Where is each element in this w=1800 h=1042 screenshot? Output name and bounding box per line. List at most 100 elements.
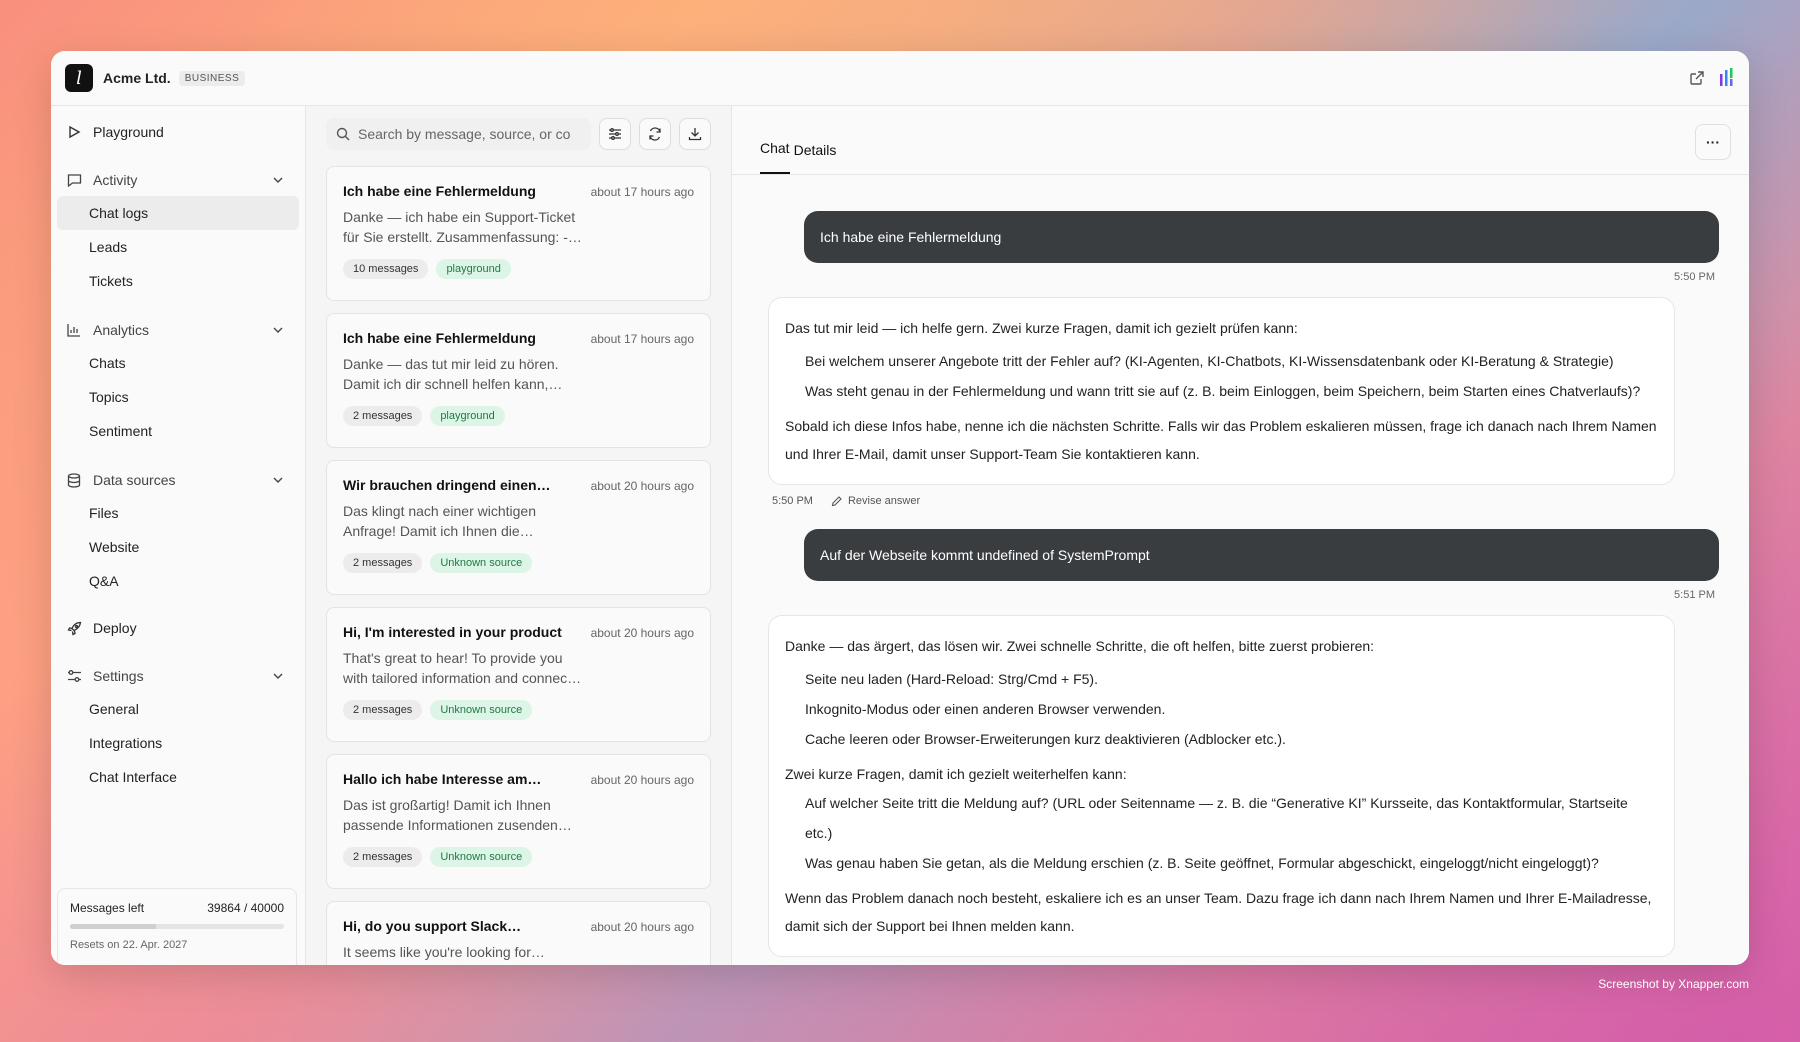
card-timestamp: about 17 hours ago	[590, 185, 694, 199]
bot-paragraph: Danke — das ärgert, das lösen wir. Zwei …	[785, 638, 1375, 654]
filter-button[interactable]	[599, 118, 631, 150]
source-badge: Unknown source	[430, 553, 533, 573]
logo[interactable]: l	[65, 64, 93, 92]
chat-log-card[interactable]: Ich habe eine Fehlermeldung about 17 hou…	[326, 166, 711, 301]
sidebar-item-tickets[interactable]: Tickets	[57, 264, 299, 298]
chat-detail-panel: Chat Details ··· Ich habe eine Fehlermel…	[732, 106, 1749, 965]
source-badge: Unknown source	[430, 700, 533, 720]
chat-log-card[interactable]: Ich habe eine Fehlermeldung about 17 hou…	[326, 313, 711, 448]
list-toolbar	[306, 106, 731, 162]
workspace-name[interactable]: Acme Ltd.	[103, 70, 171, 86]
sidebar-group-settings[interactable]: Settings	[57, 660, 299, 692]
card-title: Hallo ich habe Interesse am…	[343, 771, 542, 787]
card-tags: 2 messages playground	[343, 406, 694, 426]
search-icon	[336, 127, 350, 141]
message-count-badge: 2 messages	[343, 847, 423, 867]
chat-log-card[interactable]: Hallo ich habe Interesse am… about 20 ho…	[326, 754, 711, 889]
refresh-icon	[648, 127, 662, 141]
card-title: Hi, do you support Slack…	[343, 918, 522, 934]
card-title: Wir brauchen dringend einen…	[343, 477, 551, 493]
sidebar-group-activity[interactable]: Activity	[57, 164, 299, 196]
chevron-down-icon[interactable]	[269, 673, 287, 679]
sidebar-group-data-sources[interactable]: Data sources	[57, 464, 299, 496]
sidebar-item-integrations[interactable]: Integrations	[57, 726, 299, 760]
sidebar-item-website[interactable]: Website	[57, 530, 299, 564]
source-badge: playground	[436, 259, 511, 279]
card-timestamp: about 20 hours ago	[590, 479, 694, 493]
chevron-down-icon[interactable]	[269, 477, 287, 483]
chat-exchange: Ich habe eine Fehlermeldung 5:50 PM Das …	[768, 211, 1719, 507]
source-badge: Unknown source	[430, 847, 533, 867]
sidebar-item-leads[interactable]: Leads	[57, 230, 299, 264]
sidebar-item-deploy[interactable]: Deploy	[57, 612, 299, 644]
chat-tabs: Chat Details ···	[732, 106, 1749, 175]
message-square-icon	[65, 173, 83, 187]
card-snippet: Danke — das tut mir leid zu hören. Damit…	[343, 356, 563, 392]
bot-message-time: 5:50 PM	[772, 495, 813, 507]
rocket-icon	[65, 621, 83, 636]
card-title: Ich habe eine Fehlermeldung	[343, 183, 536, 199]
sidebar-item-chat-interface[interactable]: Chat Interface	[57, 760, 299, 794]
card-timestamp: about 17 hours ago	[590, 332, 694, 346]
quota-progress-bar	[70, 924, 284, 929]
sidebar-item-label: Playground	[93, 124, 164, 140]
card-tags: 2 messages Unknown source	[343, 847, 694, 867]
bar-chart-icon	[65, 323, 83, 337]
sidebar-item-files[interactable]: Files	[57, 496, 299, 530]
chat-log-card[interactable]: Hi, I'm interested in your product about…	[326, 607, 711, 742]
chat-log-list: Ich habe eine Fehlermeldung about 17 hou…	[306, 106, 732, 965]
card-title: Ich habe eine Fehlermeldung	[343, 330, 536, 346]
tab-chat[interactable]: Chat	[760, 140, 790, 174]
chat-log-card[interactable]: Wir brauchen dringend einen… about 20 ho…	[326, 460, 711, 595]
download-button[interactable]	[679, 118, 711, 150]
top-bar: l Acme Ltd. BUSINESS	[51, 51, 1749, 106]
source-badge: playground	[430, 406, 505, 426]
search-input[interactable]	[358, 126, 581, 142]
external-link-icon[interactable]	[1689, 70, 1705, 86]
chat-log-card[interactable]: Hi, do you support Slack… about 20 hours…	[326, 901, 711, 965]
bot-message-meta: 5:50 PM Revise answer	[772, 495, 1719, 507]
sidebar-item-qa[interactable]: Q&A	[57, 564, 299, 598]
quota-progress-fill	[70, 924, 157, 929]
card-tags: 2 messages Unknown source	[343, 553, 694, 573]
sidebar-item-chat-logs[interactable]: Chat logs	[57, 196, 299, 230]
group-label: Settings	[93, 668, 144, 684]
sidebar-group-analytics[interactable]: Analytics	[57, 314, 299, 346]
message-count-badge: 2 messages	[343, 553, 423, 573]
chevron-down-icon[interactable]	[269, 177, 287, 183]
download-icon	[688, 127, 702, 141]
group-label: Analytics	[93, 322, 150, 338]
sidebar-item-general[interactable]: General	[57, 692, 299, 726]
tab-details[interactable]: Details	[794, 142, 837, 174]
bot-message: Das tut mir leid — ich helfe gern. Zwei …	[768, 297, 1675, 485]
messages-quota: Messages left 39864 / 40000 Resets on 22…	[57, 888, 297, 965]
bot-paragraph: Sobald ich diese Infos habe, nenne ich d…	[785, 418, 1657, 462]
bot-list-item: Was steht genau in der Fehlermeldung und…	[805, 383, 1641, 399]
play-icon	[65, 125, 83, 139]
card-snippet: It seems like you're looking for…	[343, 944, 545, 960]
bot-paragraph: Zwei kurze Fragen, damit ich gezielt wei…	[785, 766, 1127, 782]
user-message-time: 5:50 PM	[1674, 271, 1715, 283]
sidebar-item-sentiment[interactable]: Sentiment	[57, 414, 299, 448]
card-title: Hi, I'm interested in your product	[343, 624, 562, 640]
sidebar: Playground Activity Chat logs Leads Tick…	[51, 106, 306, 965]
quota-label: Messages left	[70, 901, 145, 915]
brand-bars-icon[interactable]	[1719, 68, 1735, 88]
bot-list-item: Seite neu laden (Hard-Reload: Strg/Cmd +…	[805, 671, 1098, 687]
plan-badge: BUSINESS	[178, 70, 246, 86]
bot-list-item: Auf welcher Seite tritt die Meldung auf?…	[805, 795, 1628, 841]
quota-reset-date: Resets on 22. Apr. 2027	[70, 939, 188, 951]
bot-paragraph: Das tut mir leid — ich helfe gern. Zwei …	[785, 320, 1298, 336]
chat-transcript: Ich habe eine Fehlermeldung 5:50 PM Das …	[732, 175, 1749, 965]
refresh-button[interactable]	[639, 118, 671, 150]
sliders-icon	[65, 669, 83, 683]
more-options-button[interactable]: ···	[1695, 124, 1731, 160]
bot-message: Danke — das ärgert, das lösen wir. Zwei …	[768, 615, 1675, 957]
sidebar-item-label: Deploy	[93, 620, 137, 636]
revise-answer-button[interactable]: Revise answer	[831, 495, 920, 507]
search-box[interactable]	[326, 118, 591, 150]
sidebar-item-playground[interactable]: Playground	[57, 116, 299, 148]
sidebar-item-chats[interactable]: Chats	[57, 346, 299, 380]
sidebar-item-topics[interactable]: Topics	[57, 380, 299, 414]
chevron-down-icon[interactable]	[269, 327, 287, 333]
